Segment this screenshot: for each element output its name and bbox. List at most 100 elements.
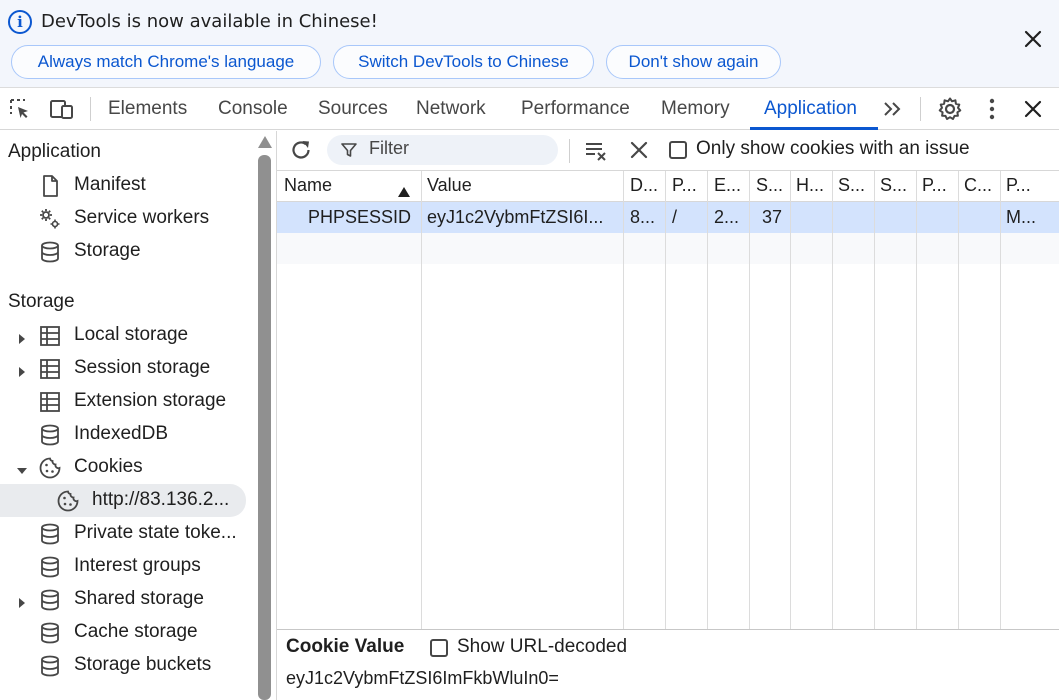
- sidebar-item-extension-storage[interactable]: Extension storage: [0, 385, 257, 418]
- sidebar-item-session-storage[interactable]: Session storage: [0, 352, 257, 385]
- cookie-icon: [38, 456, 62, 480]
- cell-size[interactable]: 37: [762, 207, 790, 228]
- chevron-right-icon[interactable]: [16, 362, 28, 377]
- tab-console[interactable]: Console: [218, 88, 288, 130]
- column-divider[interactable]: [421, 171, 422, 629]
- column-header-path[interactable]: P...: [672, 175, 697, 196]
- column-divider[interactable]: [1000, 171, 1001, 629]
- cookie-value-pane: Cookie Value Show URL-decoded eyJ1c2Vybm…: [277, 629, 1059, 700]
- sidebar-item-manifest[interactable]: Manifest: [0, 169, 257, 202]
- sidebar-item-label: Service workers: [74, 207, 210, 228]
- cell-domain[interactable]: 8...: [630, 207, 664, 228]
- tab-sources[interactable]: Sources: [318, 88, 388, 130]
- column-header-cross-site[interactable]: C...: [964, 175, 992, 196]
- cell-value[interactable]: eyJ1c2VybmFtZSI6I...: [427, 207, 621, 228]
- tab-application[interactable]: Application: [764, 88, 857, 130]
- sidebar-item-storage-overview[interactable]: Storage: [0, 235, 257, 268]
- sidebar-item-label: Shared storage: [74, 588, 204, 609]
- chevron-right-icon[interactable]: [16, 593, 28, 608]
- inspect-element-icon[interactable]: [7, 96, 33, 122]
- sidebar-item-label: Cookies: [74, 456, 143, 477]
- tab-memory[interactable]: Memory: [661, 88, 730, 130]
- toolbar-separator: [920, 97, 921, 121]
- only-issues-label: Only show cookies with an issue: [696, 138, 970, 159]
- cell-name[interactable]: PHPSESSID: [308, 207, 420, 228]
- chevron-down-icon[interactable]: [16, 461, 28, 474]
- database-icon: [38, 654, 62, 678]
- scroll-up-arrow-icon[interactable]: [258, 136, 272, 148]
- column-header-name[interactable]: Name: [284, 175, 332, 196]
- column-header-value[interactable]: Value: [427, 175, 472, 196]
- more-options-icon[interactable]: [979, 96, 1005, 122]
- column-divider[interactable]: [916, 171, 917, 629]
- clear-all-icon[interactable]: [583, 137, 609, 163]
- column-header-httponly[interactable]: H...: [796, 175, 824, 196]
- sidebar-item-storage-buckets[interactable]: Storage buckets: [0, 649, 257, 682]
- column-divider[interactable]: [790, 171, 791, 629]
- cookie-icon: [56, 489, 80, 513]
- column-header-domain[interactable]: D...: [630, 175, 658, 196]
- close-devtools-icon[interactable]: [1020, 96, 1046, 122]
- device-toolbar-icon[interactable]: [49, 96, 75, 122]
- column-header-secure[interactable]: S...: [838, 175, 865, 196]
- active-tab-indicator: [750, 127, 878, 130]
- column-divider[interactable]: [832, 171, 833, 629]
- sidebar-item-label: Storage buckets: [74, 654, 212, 675]
- show-url-decoded-checkbox[interactable]: [430, 639, 448, 657]
- only-issues-checkbox[interactable]: [669, 141, 687, 159]
- tab-elements[interactable]: Elements: [108, 88, 187, 130]
- tab-performance[interactable]: Performance: [521, 88, 630, 130]
- application-sidebar: Application Manifest Service workers Sto…: [0, 131, 257, 700]
- sidebar-item-cookies[interactable]: Cookies: [0, 451, 257, 484]
- cell-priority[interactable]: M...: [1006, 207, 1056, 228]
- sidebar-scroll-thumb[interactable]: [258, 155, 271, 700]
- switch-to-chinese-button[interactable]: Switch DevTools to Chinese: [333, 45, 594, 79]
- close-icon[interactable]: [1020, 24, 1046, 54]
- sidebar-item-label: Session storage: [74, 357, 211, 378]
- sidebar-item-label: Extension storage: [74, 390, 227, 411]
- tab-network[interactable]: Network: [416, 88, 486, 130]
- cookie-value-text[interactable]: eyJ1c2VybmFtZSI6ImFkbWluIn0=: [286, 668, 559, 689]
- sidebar-item-indexeddb[interactable]: IndexedDB: [0, 418, 257, 451]
- sidebar-item-cache-storage[interactable]: Cache storage: [0, 616, 257, 649]
- database-icon: [38, 240, 62, 264]
- cookie-toolbar: Filter Only show cookies with an issue: [277, 131, 1059, 171]
- sidebar-item-local-storage[interactable]: Local storage: [0, 319, 257, 352]
- sidebar-item-label: IndexedDB: [74, 423, 169, 444]
- column-header-priority[interactable]: P...: [1006, 175, 1031, 196]
- column-header-size[interactable]: S...: [756, 175, 783, 196]
- sidebar-item-shared-storage[interactable]: Shared storage: [0, 583, 257, 616]
- sidebar-item-label: Interest groups: [74, 555, 201, 576]
- cell-path[interactable]: /: [672, 207, 706, 228]
- more-tabs-icon[interactable]: [880, 96, 906, 122]
- sidebar-item-label: Storage: [74, 240, 141, 261]
- database-icon: [38, 555, 62, 579]
- sidebar-heading-application: Application: [8, 141, 101, 162]
- refresh-icon[interactable]: [288, 137, 314, 163]
- sidebar-item-service-workers[interactable]: Service workers: [0, 202, 257, 235]
- column-header-samesite[interactable]: S...: [880, 175, 907, 196]
- column-divider[interactable]: [665, 171, 666, 629]
- delete-selected-icon[interactable]: [626, 137, 652, 163]
- show-url-decoded-label: Show URL-decoded: [457, 636, 628, 657]
- sidebar-item-private-state-tokens[interactable]: Private state toke...: [0, 517, 257, 550]
- column-divider[interactable]: [623, 171, 624, 629]
- table-empty-row: [277, 233, 1059, 264]
- column-divider[interactable]: [874, 171, 875, 629]
- chevron-right-icon[interactable]: [16, 329, 28, 344]
- column-header-partition-key[interactable]: P...: [922, 175, 947, 196]
- settings-icon[interactable]: [937, 96, 963, 122]
- always-match-language-button[interactable]: Always match Chrome's language: [11, 45, 321, 79]
- column-divider[interactable]: [958, 171, 959, 629]
- column-divider[interactable]: [749, 171, 750, 629]
- column-divider[interactable]: [707, 171, 708, 629]
- sidebar-item-label: Local storage: [74, 324, 189, 345]
- cookie-filter-input[interactable]: Filter: [327, 135, 558, 165]
- sidebar-item-cookie-origin[interactable]: http://83.136.2...: [0, 484, 246, 517]
- cell-expires[interactable]: 2...: [714, 207, 748, 228]
- sidebar-item-interest-groups[interactable]: Interest groups: [0, 550, 257, 583]
- filter-icon: [341, 142, 357, 163]
- column-header-expires[interactable]: E...: [714, 175, 741, 196]
- infobar-message: DevTools is now available in Chinese!: [41, 11, 378, 32]
- dont-show-again-button[interactable]: Don't show again: [606, 45, 781, 79]
